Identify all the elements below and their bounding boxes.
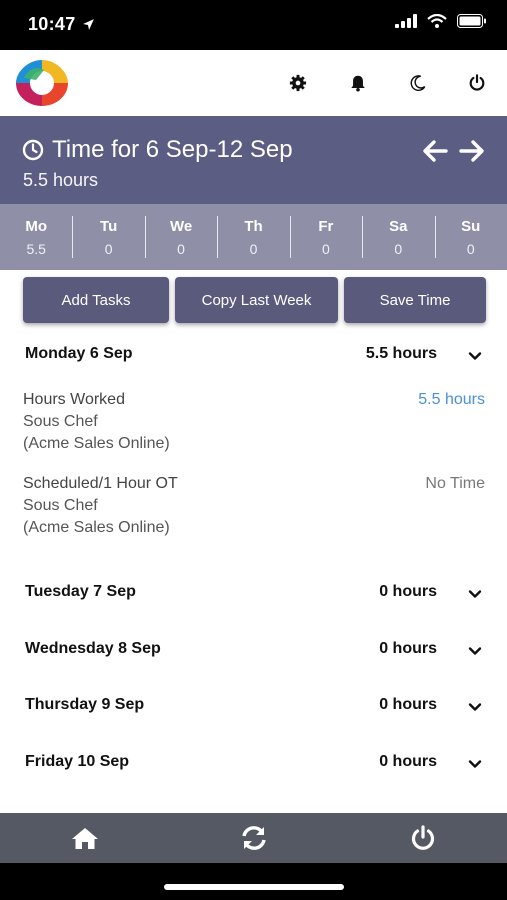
home-icon[interactable]	[0, 813, 169, 863]
day-row-label: Monday 6 Sep	[25, 345, 133, 362]
main-content: Add Tasks Copy Last Week Save Time Monda…	[0, 270, 507, 813]
entry-role: Sous Chef	[23, 497, 98, 514]
week-title: Time for 6 Sep-12 Sep	[22, 136, 293, 164]
entry-hours-link[interactable]: 5.5 hours	[418, 389, 485, 411]
day-row-label: Thursday 9 Sep	[25, 696, 145, 713]
app-header	[0, 50, 507, 116]
day-hours: 0	[177, 241, 185, 257]
day-hours: 0	[466, 241, 475, 257]
day-row-hours: 0 hours	[379, 696, 437, 713]
save-time-button[interactable]: Save Time	[344, 277, 486, 323]
chevron-down-icon[interactable]	[468, 757, 482, 771]
bell-icon[interactable]	[345, 70, 371, 96]
location-arrow-icon	[82, 19, 94, 30]
chevron-down-icon[interactable]	[468, 644, 482, 658]
day-row-label: Friday 10 Sep	[25, 753, 130, 770]
copy-last-week-button[interactable]: Copy Last Week	[175, 277, 338, 323]
day-hours: 0	[394, 241, 403, 257]
day-row-thursday[interactable]: Thursday 9 Sep 0 hours	[0, 692, 507, 722]
chevron-down-icon[interactable]	[468, 349, 482, 363]
app-logo	[16, 60, 68, 106]
day-name: Sa	[389, 218, 408, 235]
add-tasks-button[interactable]: Add Tasks	[23, 277, 169, 323]
day-cell-sa[interactable]: Sa 0	[362, 204, 434, 270]
status-indicators	[395, 14, 487, 28]
gear-icon[interactable]	[285, 70, 311, 96]
day-name: Su	[461, 218, 481, 235]
home-indicator-area	[0, 863, 507, 900]
day-row-tuesday[interactable]: Tuesday 7 Sep 0 hours	[0, 579, 507, 609]
entry-hours-value: No Time	[425, 475, 485, 492]
day-row-hours: 5.5 hours	[365, 345, 437, 362]
clock-icon	[22, 139, 44, 161]
bottom-nav	[0, 813, 507, 863]
day-hours: 0	[322, 241, 330, 257]
day-name: Th	[244, 218, 263, 235]
entry-company: (Acme Sales Online)	[23, 435, 170, 452]
week-title-text: Time for 6 Sep-12 Sep	[52, 136, 293, 163]
week-total-hours: 5.5 hours	[23, 170, 99, 190]
day-row-hours: 0 hours	[379, 640, 437, 657]
day-cell-th[interactable]: Th 0	[217, 204, 289, 270]
day-row-wednesday[interactable]: Wednesday 8 Sep 0 hours	[0, 636, 507, 666]
day-row-friday[interactable]: Friday 10 Sep 0 hours	[0, 749, 507, 779]
day-cell-mo[interactable]: Mo 5.5	[0, 204, 72, 270]
entry-title: Hours Worked	[23, 391, 125, 408]
day-row-hours: 0 hours	[379, 583, 437, 600]
week-banner: Time for 6 Sep-12 Sep 5.5 hours	[0, 116, 507, 204]
day-cell-su[interactable]: Su 0	[434, 204, 507, 270]
entry-role: Sous Chef	[23, 413, 98, 430]
battery-icon	[457, 14, 486, 28]
day-name: Fr	[318, 218, 334, 235]
time-entry[interactable]: Hours Worked Sous Chef (Acme Sales Onlin…	[23, 389, 485, 455]
day-name: Tu	[100, 218, 118, 235]
day-cell-fr[interactable]: Fr 0	[289, 204, 362, 270]
day-name: We	[169, 218, 193, 235]
day-hours: 5.5	[26, 241, 46, 257]
moon-icon[interactable]	[405, 70, 431, 96]
next-week-arrow-icon[interactable]	[459, 138, 487, 166]
wifi-icon	[427, 14, 447, 28]
day-row-label: Tuesday 7 Sep	[25, 583, 136, 600]
day-cell-we[interactable]: We 0	[144, 204, 217, 270]
power-icon[interactable]	[464, 70, 490, 96]
entry-title: Scheduled/1 Hour OT	[23, 475, 178, 492]
day-name: Mo	[25, 218, 48, 235]
day-row-hours: 0 hours	[379, 753, 437, 770]
clock-text: 10:47	[28, 14, 76, 34]
chevron-down-icon[interactable]	[468, 587, 482, 601]
day-hours: 0	[104, 241, 113, 257]
signal-icon	[395, 14, 417, 28]
power-icon[interactable]	[338, 813, 507, 863]
sync-icon[interactable]	[169, 813, 338, 863]
chevron-down-icon[interactable]	[468, 700, 482, 714]
day-hours: 0	[249, 241, 258, 257]
day-strip: Mo 5.5 Tu 0 We 0 Th 0 Fr 0 Sa 0 Su 0	[0, 204, 507, 270]
status-bar: 10:47	[0, 0, 507, 50]
entry-company: (Acme Sales Online)	[23, 519, 170, 536]
previous-week-arrow-icon[interactable]	[422, 138, 450, 166]
status-time: 10:47	[28, 14, 95, 35]
time-entry[interactable]: Scheduled/1 Hour OT Sous Chef (Acme Sale…	[23, 473, 485, 539]
home-indicator[interactable]	[164, 884, 344, 890]
day-row-monday[interactable]: Monday 6 Sep 5.5 hours	[0, 341, 507, 371]
day-row-label: Wednesday 8 Sep	[25, 640, 161, 657]
action-bar: Add Tasks Copy Last Week Save Time	[23, 277, 486, 323]
day-cell-tu[interactable]: Tu 0	[72, 204, 144, 270]
